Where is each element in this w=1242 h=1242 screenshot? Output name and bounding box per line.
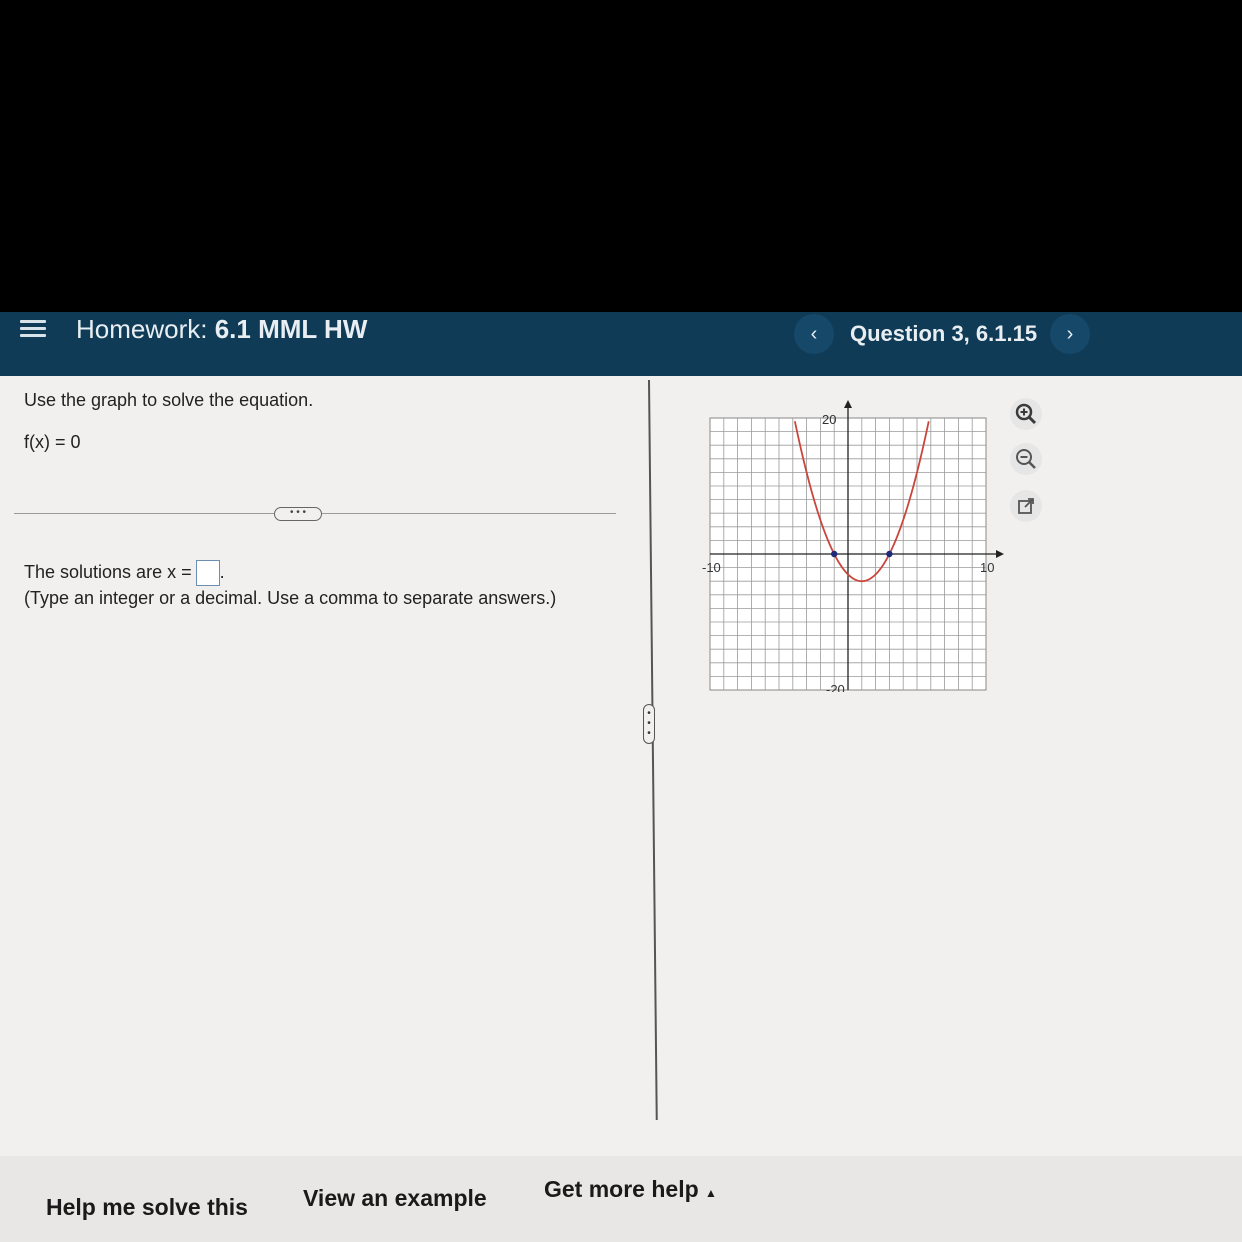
zoom-in-button[interactable] [1010,398,1042,430]
root-point [831,550,838,558]
question-panel: Use the graph to solve the equation. f(x… [0,376,1242,1156]
x-axis-arrow [996,550,1004,558]
solution-prefix: The solutions are x = [24,561,192,582]
expand-more-button[interactable]: • • • [274,507,322,521]
tick-label-y-max: 20 [822,412,836,427]
period: . [219,561,225,582]
solution-line: The solutions are x =. [24,560,225,586]
zoom-out-button[interactable] [1010,443,1042,475]
hamburger-menu-icon[interactable] [20,316,46,342]
homework-title: Homework: 6.1 MML HW [76,314,367,345]
next-question-button[interactable]: › [1050,314,1090,354]
homework-prefix: Homework: [76,314,208,344]
instruction-text: Use the graph to solve the equation. [24,390,314,410]
help-footer: Help me solve this View an example Get m… [0,1156,1242,1242]
dark-background [0,0,1242,312]
view-example-button[interactable]: View an example [303,1185,487,1212]
zoom-in-icon [1015,403,1037,425]
get-more-help-button[interactable]: Get more help ▲ [544,1176,717,1203]
hint-text: (Type an integer or a decimal. Use a com… [24,588,557,608]
answer-input[interactable] [195,560,220,586]
y-axis-arrow [844,400,852,408]
open-new-window-icon [1018,498,1034,514]
question-label: Question 3, 6.1.15 [850,321,1038,346]
get-more-help-label: Get more help [544,1176,699,1202]
tick-label-x-min: -10 [702,560,721,575]
function-graph: -10 10 20 -20 [700,392,1010,697]
tick-label-y-min: -20 [826,682,845,692]
assignment-name: 6.1 MML HW [214,314,368,344]
open-window-button[interactable] [1010,490,1042,522]
zoom-out-icon [1016,449,1036,469]
previous-question-button[interactable]: ‹ [794,314,834,354]
chevron-right-icon: › [1066,323,1074,345]
assignment-header: Homework: 6.1 MML HW ‹ Question 3, 6.1.1… [0,312,1242,376]
chevron-left-icon: ‹ [810,323,818,345]
help-me-solve-button[interactable]: Help me solve this [46,1194,248,1221]
equation-text: f(x) = 0 [24,432,81,452]
caret-up-icon: ▲ [705,1186,717,1200]
graph-svg: -10 10 20 -20 [702,400,1004,697]
tick-label-x-max: 10 [980,560,994,575]
root-point [886,550,893,558]
panel-resize-handle[interactable]: • • • [643,704,655,744]
panel-divider [648,379,658,1120]
